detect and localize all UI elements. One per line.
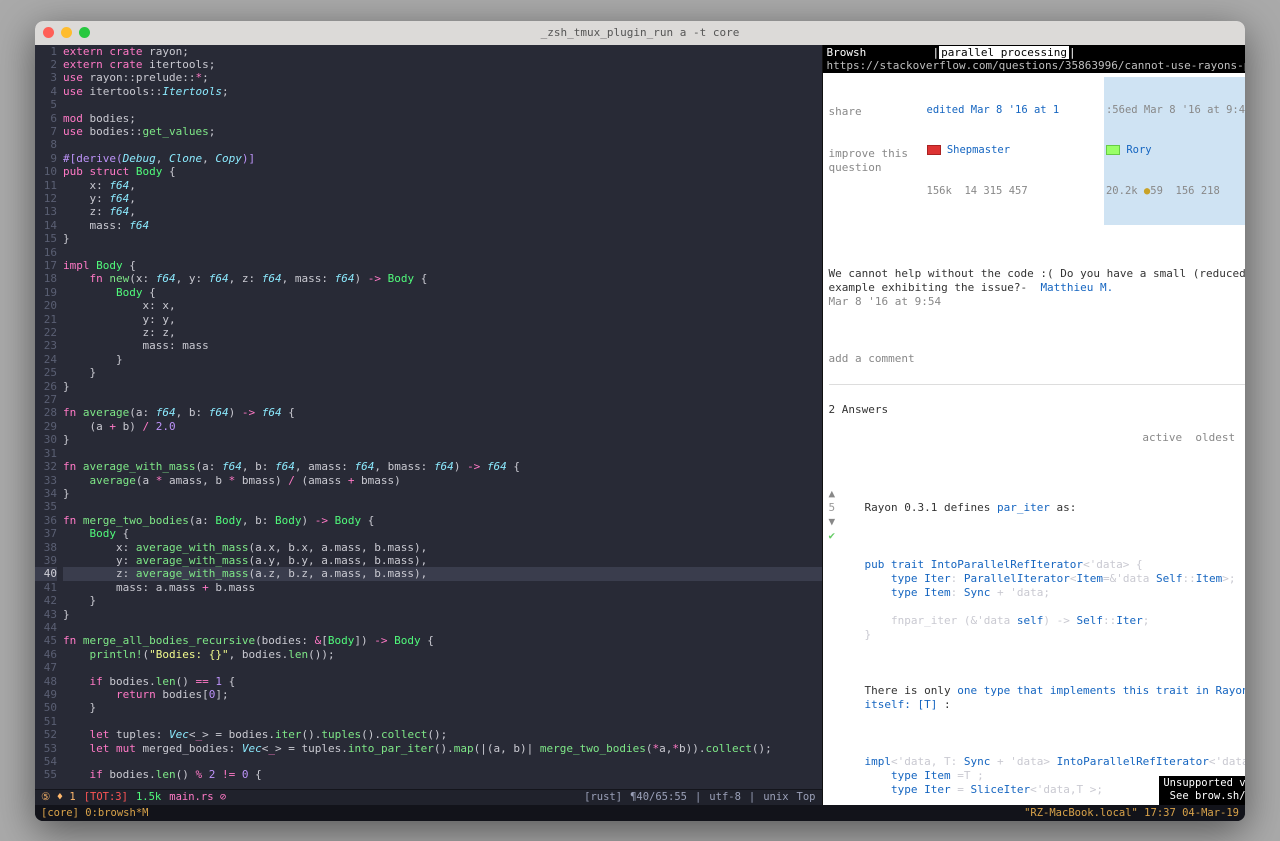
- improve-link[interactable]: improve this question: [829, 147, 919, 175]
- sort-active[interactable]: active: [1142, 431, 1182, 444]
- code-area[interactable]: 1234567891011121314151617181920212223242…: [35, 45, 822, 789]
- status-lang: [rust]: [584, 791, 622, 803]
- avatar-icon: [1106, 145, 1120, 155]
- titlebar[interactable]: _zsh_tmux_plugin_run a -t core: [35, 21, 1245, 45]
- tmux-right: "RZ-MacBook.local" 17:37 04-Mar-19: [1024, 807, 1239, 819]
- editor-pane[interactable]: 1234567891011121314151617181920212223242…: [35, 45, 822, 805]
- browser-search-input[interactable]: parallel processing: [939, 46, 1069, 60]
- add-comment-link[interactable]: add a comment: [829, 352, 1246, 366]
- status-sep: |: [695, 791, 701, 803]
- code-content[interactable]: extern crate rayon;extern crate itertool…: [63, 45, 822, 789]
- asked-label: :56ed Mar 8 '16 at 9:48: [1106, 104, 1245, 117]
- avatar-icon: [927, 145, 941, 155]
- status-encoding: utf-8: [709, 791, 741, 803]
- status-scroll: Top: [797, 791, 816, 803]
- browser-url[interactable]: https://stackoverflow.com/questions/3586…: [827, 59, 1246, 73]
- browser-app-name: Browsh: [827, 46, 867, 59]
- terminal-window: _zsh_tmux_plugin_run a -t core 123456789…: [35, 21, 1245, 821]
- browser-header: Browsh |parallel processing| https://sta…: [823, 45, 1246, 74]
- tmux-statusbar: [core] 0:browsh*M "RZ-MacBook.local" 17:…: [35, 805, 1245, 821]
- sort-oldest[interactable]: oldest: [1195, 431, 1235, 444]
- status-filename: main.rs ⊘: [169, 791, 226, 803]
- edited-label: edited Mar 8 '16 at 1: [927, 104, 1100, 117]
- tmux-left: [core] 0:browsh*M: [41, 807, 148, 819]
- browser-pane[interactable]: Browsh |parallel processing| https://sta…: [822, 45, 1246, 805]
- terminal-body: 1234567891011121314151617181920212223242…: [35, 45, 1245, 805]
- browser-body[interactable]: share improve this question edited Mar 8…: [823, 73, 1246, 805]
- code-block: pub trait IntoParallelRefIterator<'data>…: [865, 558, 1246, 642]
- vote-score: 5: [829, 501, 836, 514]
- status-lineend: unix: [763, 791, 788, 803]
- answers-header: 2 Answers: [829, 403, 1246, 417]
- user-link[interactable]: Shepmaster: [947, 144, 1010, 156]
- status-segment: ⑤ ♦ 1: [41, 791, 76, 803]
- editor-statusbar: ⑤ ♦ 1 [TOT:3] 1.5k main.rs ⊘ [rust] ¶40/…: [35, 789, 822, 805]
- user-link[interactable]: Rory: [1126, 144, 1151, 156]
- unsupported-banner: Unsupported version See brow.sh/donate: [1159, 776, 1245, 804]
- status-segment: [TOT:3]: [84, 791, 128, 803]
- vote-controls[interactable]: ▲5▼✔: [829, 487, 859, 804]
- status-sep: |: [749, 791, 755, 803]
- share-link[interactable]: share: [829, 105, 919, 119]
- line-number-gutter: 1234567891011121314151617181920212223242…: [35, 45, 63, 789]
- window-title: _zsh_tmux_plugin_run a -t core: [35, 26, 1245, 39]
- comment-author[interactable]: Matthieu M.: [1040, 281, 1113, 294]
- status-segment: 1.5k: [136, 791, 161, 803]
- comment: We cannot help without the code :( Do yo…: [829, 267, 1246, 309]
- status-cursor: ¶40/65:55: [630, 791, 687, 803]
